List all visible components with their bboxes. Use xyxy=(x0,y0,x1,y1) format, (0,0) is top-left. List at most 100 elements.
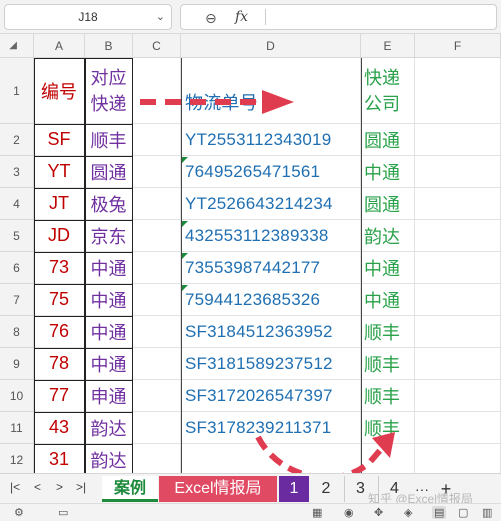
cell-empty[interactable] xyxy=(133,444,181,476)
tab-2[interactable]: 2 xyxy=(311,476,341,502)
cell-empty[interactable] xyxy=(415,220,501,252)
text-number-marker xyxy=(182,221,188,227)
cell-empty[interactable] xyxy=(133,188,181,220)
cell-empty[interactable] xyxy=(133,124,181,156)
cell-empty[interactable] xyxy=(133,380,181,412)
zoom-icon[interactable]: ⊖ xyxy=(205,10,217,27)
formula-bar: J18 ⌄ ⊖ fx xyxy=(0,0,501,34)
cell-tracking[interactable]: 75944123685326 xyxy=(181,284,361,316)
text-number-marker xyxy=(182,253,188,259)
sheet-settings-icon[interactable]: ⚙ xyxy=(14,506,24,519)
tab-1[interactable]: 1 xyxy=(279,476,309,502)
move-icon[interactable]: ✥ xyxy=(374,506,383,519)
fx-icon[interactable]: fx xyxy=(235,9,248,25)
row-header-12[interactable]: 12 xyxy=(0,444,34,476)
cell-f1[interactable] xyxy=(415,58,501,124)
first-sheet-button[interactable]: |< xyxy=(10,480,20,494)
table-rule xyxy=(34,156,133,157)
cell-empty[interactable] xyxy=(133,284,181,316)
layout-icon[interactable]: ▭ xyxy=(58,506,68,519)
fill-icon[interactable]: ◈ xyxy=(404,506,412,519)
row-header-7[interactable]: 7 xyxy=(0,284,34,316)
cell-c1[interactable] xyxy=(133,58,181,124)
last-sheet-button[interactable]: >| xyxy=(76,480,86,494)
cell-company[interactable]: 顺丰 xyxy=(361,412,415,444)
row-header-9[interactable]: 9 xyxy=(0,348,34,380)
row-header-5[interactable]: 5 xyxy=(0,220,34,252)
column-header-e[interactable]: E xyxy=(361,34,415,58)
cell-tracking[interactable]: SF3178239211371 xyxy=(181,412,361,444)
row-header-10[interactable]: 10 xyxy=(0,380,34,412)
row-header-6[interactable]: 6 xyxy=(0,252,34,284)
tab-excel-info[interactable]: Excel情报局 xyxy=(159,476,277,502)
normal-view-icon[interactable]: ▤ xyxy=(432,506,447,519)
table-rule xyxy=(34,348,133,349)
row-header-3[interactable]: 3 xyxy=(0,156,34,188)
column-header-f[interactable]: F xyxy=(415,34,501,58)
cell-empty[interactable] xyxy=(415,124,501,156)
cell-empty[interactable] xyxy=(415,412,501,444)
table-rule-vertical xyxy=(181,58,182,476)
cell-empty[interactable] xyxy=(133,156,181,188)
cell-empty[interactable] xyxy=(415,156,501,188)
page-break-icon[interactable]: ▥ xyxy=(482,506,492,519)
cell-company[interactable]: 顺丰 xyxy=(361,316,415,348)
select-all-corner[interactable]: ◢ xyxy=(0,34,34,58)
next-sheet-button[interactable]: > xyxy=(56,480,63,494)
cell-company[interactable] xyxy=(361,444,415,476)
cell-tracking[interactable]: 73553987442177 xyxy=(181,252,361,284)
chevron-down-icon[interactable]: ⌄ xyxy=(156,5,165,29)
cell-empty[interactable] xyxy=(133,252,181,284)
tab-case[interactable]: 案例 xyxy=(102,476,158,502)
cell-company[interactable]: 中通 xyxy=(361,252,415,284)
cell-company[interactable]: 中通 xyxy=(361,156,415,188)
cell-tracking[interactable]: YT2553112343019 xyxy=(181,124,361,156)
cell-empty[interactable] xyxy=(415,444,501,476)
header-company-line1: 快递 xyxy=(364,67,400,88)
cell-tracking[interactable]: SF3184512363952 xyxy=(181,316,361,348)
column-header-a[interactable]: A xyxy=(34,34,85,58)
cell-empty[interactable] xyxy=(415,284,501,316)
cell-company[interactable]: 韵达 xyxy=(361,220,415,252)
cell-company[interactable]: 中通 xyxy=(361,284,415,316)
row-header-4[interactable]: 4 xyxy=(0,188,34,220)
row-header-11[interactable]: 11 xyxy=(0,412,34,444)
column-header-c[interactable]: C xyxy=(133,34,181,58)
header-tracking[interactable]: 物流单号 xyxy=(181,58,361,124)
cell-company[interactable]: 圆通 xyxy=(361,188,415,220)
row-header-8[interactable]: 8 xyxy=(0,316,34,348)
cell-company[interactable]: 圆通 xyxy=(361,124,415,156)
cell-tracking[interactable]: SF3172026547397 xyxy=(181,380,361,412)
cell-empty[interactable] xyxy=(133,220,181,252)
row-header-2[interactable]: 2 xyxy=(0,124,34,156)
cell-empty[interactable] xyxy=(415,380,501,412)
formula-input[interactable]: ⊖ fx xyxy=(180,4,497,30)
cell-tracking[interactable]: SF3181589237512 xyxy=(181,348,361,380)
cell-company[interactable]: 顺丰 xyxy=(361,348,415,380)
row-header-1[interactable]: 1 xyxy=(0,58,34,124)
prev-sheet-button[interactable]: < xyxy=(34,480,41,494)
status-bar: ⚙ ▭ ▦ ◉ ✥ ◈ ▤ ▢ ▥ xyxy=(0,503,501,521)
header-company[interactable]: 快递 公司 xyxy=(361,58,415,124)
table-rule xyxy=(34,220,133,221)
cell-empty[interactable] xyxy=(415,188,501,220)
cell-tracking[interactable]: 432553112389338 xyxy=(181,220,361,252)
cell-empty[interactable] xyxy=(133,348,181,380)
eye-icon[interactable]: ◉ xyxy=(344,506,354,519)
cell-empty[interactable] xyxy=(133,316,181,348)
table-rule xyxy=(34,316,133,317)
text-number-marker xyxy=(182,285,188,291)
cell-tracking[interactable]: 76495265471561 xyxy=(181,156,361,188)
cell-empty[interactable] xyxy=(133,412,181,444)
column-header-d[interactable]: D xyxy=(181,34,361,58)
name-box[interactable]: J18 ⌄ xyxy=(4,4,172,30)
cell-company[interactable]: 顺丰 xyxy=(361,380,415,412)
page-layout-icon[interactable]: ▢ xyxy=(458,506,468,519)
cell-tracking[interactable] xyxy=(181,444,361,476)
cell-empty[interactable] xyxy=(415,316,501,348)
table-icon[interactable]: ▦ xyxy=(312,506,322,519)
cell-empty[interactable] xyxy=(415,348,501,380)
cell-tracking[interactable]: YT2526643214234 xyxy=(181,188,361,220)
column-header-b[interactable]: B xyxy=(85,34,133,58)
cell-empty[interactable] xyxy=(415,252,501,284)
